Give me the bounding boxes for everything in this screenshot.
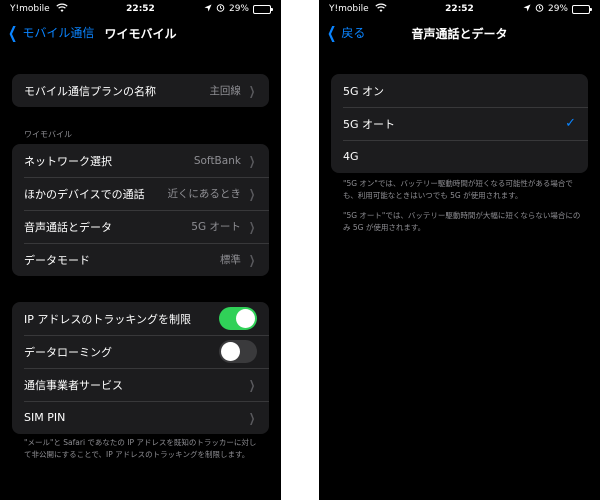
left-screen: Y!mobile 22:52 29% ❮ モバイル通信 ワイモバイル モバイル通… (0, 0, 281, 500)
plan-group: モバイル通信プランの名称 主回線 ❯ (12, 74, 269, 107)
alarm-icon (535, 3, 544, 15)
privacy-roaming-group: IP アドレスのトラッキングを制限 データローミング 通信事業者サービス ❯ S… (12, 302, 269, 434)
row-value: SoftBank (193, 154, 241, 167)
option-4g[interactable]: 4G ✓ (331, 140, 588, 173)
page-title: ワイモバイル (104, 27, 177, 41)
ip-tracking-footer: "メール"と Safari であなたの IP アドレスを既知のトラッカーに対して… (24, 438, 257, 459)
option-label: 4G (343, 150, 359, 163)
row-label: ほかのデバイスでの通話 (24, 187, 145, 201)
row-label: データモード (24, 253, 90, 267)
status-bar: Y!mobile 22:52 29% (0, 0, 281, 18)
row-value: 標準 (219, 254, 241, 266)
sim-pin-row[interactable]: SIM PIN ❯ (12, 401, 269, 434)
voice-data-options-group: 5G オン ✓ 5G オート ✓ 4G ✓ (331, 74, 588, 173)
cellular-plan-row[interactable]: モバイル通信プランの名称 主回線 ❯ (12, 74, 269, 107)
data-roaming-row: データローミング (12, 335, 269, 368)
location-arrow-icon (204, 4, 212, 15)
chevron-right-icon: ❯ (248, 252, 255, 267)
page-title: 音声通話とデータ (411, 27, 508, 41)
battery-icon (253, 4, 273, 14)
chevron-right-icon: ❯ (248, 153, 255, 168)
toggle-knob (221, 342, 240, 361)
limit-ip-tracking-row: IP アドレスのトラッキングを制限 (12, 302, 269, 335)
navigation-bar: ❮ モバイル通信 ワイモバイル (0, 18, 281, 48)
chevron-right-icon: ❯ (248, 410, 255, 425)
checkmark-icon: ✓ (565, 116, 576, 131)
row-label: 通信事業者サービス (24, 378, 123, 392)
option-5g-auto[interactable]: 5G オート ✓ (331, 107, 588, 140)
option-label: 5G オン (343, 84, 385, 98)
chevron-right-icon: ❯ (248, 377, 255, 392)
row-value: 近くにあるとき (167, 188, 241, 200)
battery-icon (572, 4, 592, 14)
toggle-knob (236, 309, 255, 328)
row-label: ネットワーク選択 (24, 154, 112, 168)
row-label: 音声通話とデータ (24, 220, 112, 234)
option-label: 5G オート (343, 117, 396, 131)
chevron-right-icon: ❯ (248, 219, 255, 234)
chevron-right-icon: ❯ (248, 83, 255, 98)
row-label: SIM PIN (24, 411, 66, 424)
battery-percent: 29% (547, 4, 568, 14)
voice-and-data-row[interactable]: 音声通話とデータ 5G オート ❯ (12, 210, 269, 243)
carrier-services-row[interactable]: 通信事業者サービス ❯ (12, 368, 269, 401)
limit-ip-tracking-toggle[interactable] (219, 307, 257, 330)
status-bar: Y!mobile 22:52 29% (319, 0, 600, 18)
option-5g-on[interactable]: 5G オン ✓ (331, 74, 588, 107)
row-value: 5G オート (191, 221, 241, 233)
5g-auto-description: "5G オート"では、バッテリー駆動時間が大幅に短くならない場合にのみ 5G が… (343, 211, 581, 232)
right-screen: Y!mobile 22:52 29% ❮ 戻る 音声通話とデータ 5G オン ✓… (319, 0, 600, 500)
row-label: IP アドレスのトラッキングを制限 (24, 312, 192, 326)
section-header: ワイモバイル (24, 130, 72, 139)
navigation-bar: ❮ 戻る 音声通話とデータ (319, 18, 600, 48)
row-label: データローミング (24, 345, 112, 359)
alarm-icon (216, 3, 225, 15)
data-roaming-toggle[interactable] (219, 340, 257, 363)
carrier-settings-group: ネットワーク選択 SoftBank ❯ ほかのデバイスでの通話 近くにあるとき … (12, 144, 269, 276)
5g-on-description: "5G オン"では、バッテリー駆動時間が短くなる可能性がある場合でも、利用可能な… (343, 179, 573, 200)
calls-on-other-devices-row[interactable]: ほかのデバイスでの通話 近くにあるとき ❯ (12, 177, 269, 210)
network-selection-row[interactable]: ネットワーク選択 SoftBank ❯ (12, 144, 269, 177)
chevron-right-icon: ❯ (248, 186, 255, 201)
battery-percent: 29% (228, 4, 249, 14)
data-mode-row[interactable]: データモード 標準 ❯ (12, 243, 269, 276)
cellular-plan-value: 主回線 (209, 85, 241, 97)
cellular-plan-label: モバイル通信プランの名称 (24, 84, 156, 98)
location-arrow-icon (523, 4, 531, 15)
